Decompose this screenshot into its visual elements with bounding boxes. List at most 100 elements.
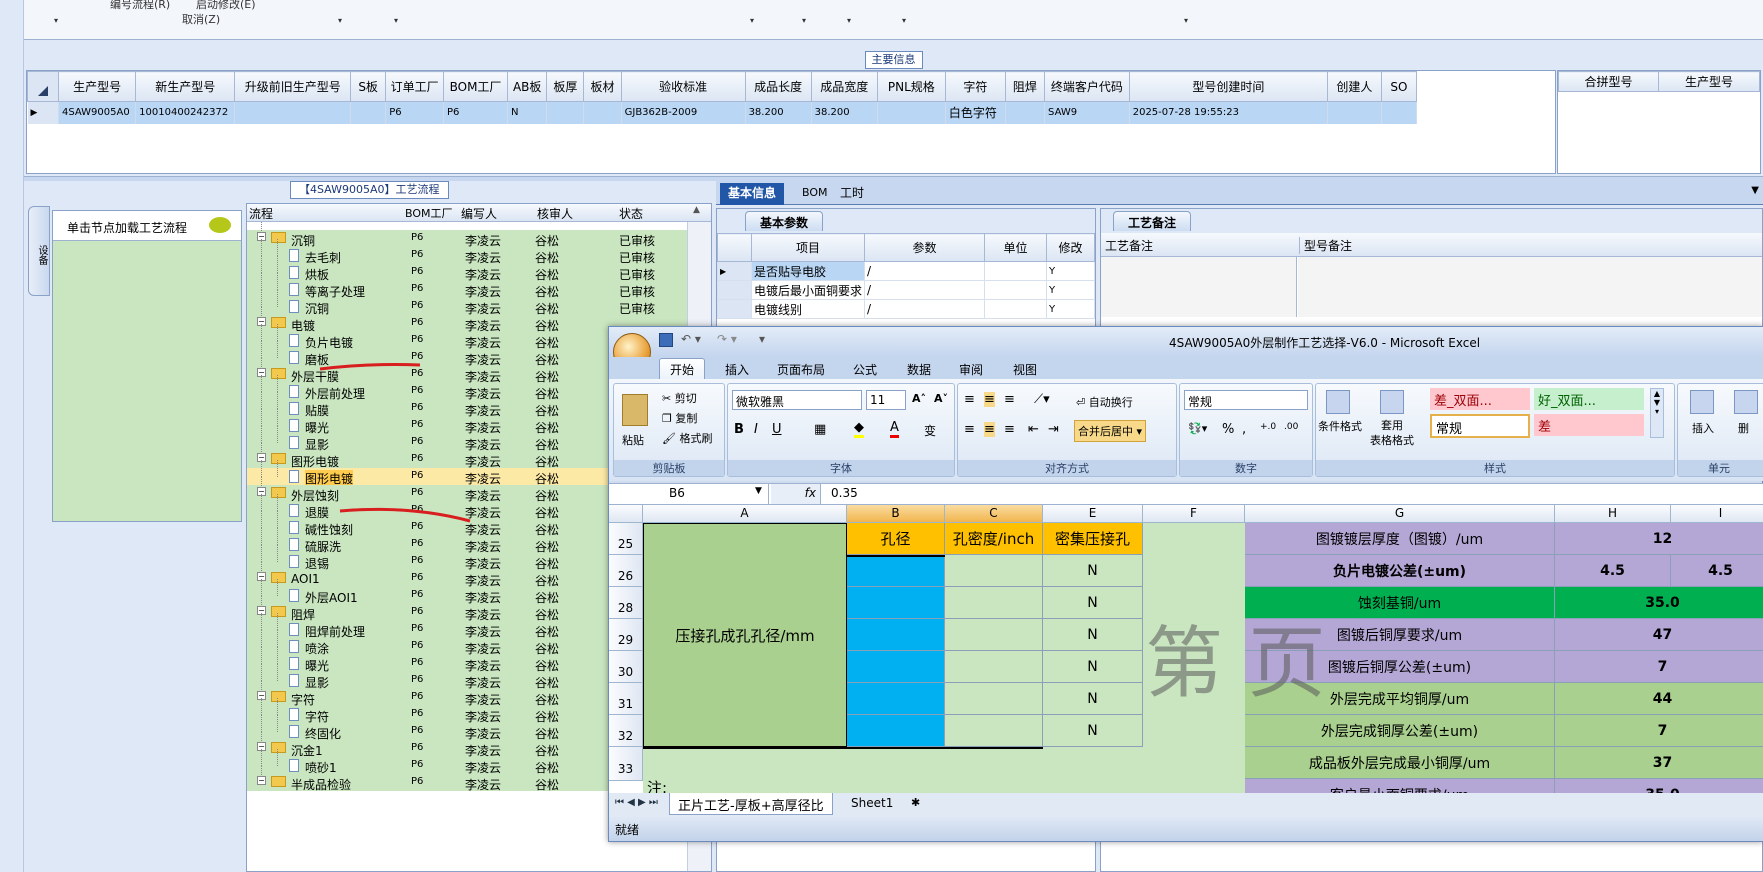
table-row[interactable]: 电镀后最小面铜要求 / Y (717, 280, 1095, 300)
ribbon-tab-insert[interactable]: 插入 (725, 361, 749, 378)
undo-icon[interactable]: ↶ ▾ (681, 332, 701, 346)
ribbon-tab-formula[interactable]: 公式 (853, 361, 877, 378)
cut-button[interactable]: ✂ 剪切 (662, 390, 697, 406)
align-right-icon[interactable]: ≡ (1004, 422, 1015, 437)
cell-length[interactable]: 38.200 (745, 101, 812, 124)
cell-item[interactable]: 电镀线别 (750, 299, 866, 319)
col-header[interactable]: 新生产型号 (135, 71, 236, 102)
col-header[interactable]: 板厚 (546, 71, 585, 102)
merge-center-button[interactable]: 合并后居中 ▾ (1074, 420, 1147, 442)
border-icon[interactable]: ▦ (814, 422, 826, 437)
merged-cell-a[interactable]: 压接孔成孔孔径/mm (643, 523, 847, 747)
cell-mask[interactable] (1005, 101, 1046, 124)
col-header[interactable]: 字符 (944, 71, 1006, 102)
cell-item[interactable]: 是否贴导电胶 (750, 261, 866, 281)
currency-icon[interactable]: 💱▾ (1188, 422, 1207, 435)
tree-row[interactable]: 烘板 P6 李凌云 谷松 已审核 (247, 256, 711, 282)
copy-button[interactable]: ❐ 复制 (662, 410, 697, 426)
cell-b[interactable] (847, 651, 945, 683)
cell-b[interactable] (847, 619, 945, 651)
cell-g[interactable]: 图镀镀层厚度（图镀）/um (1245, 523, 1555, 555)
row-header[interactable]: 30 (609, 651, 643, 683)
style-good-double[interactable]: 好_双面... (1534, 388, 1644, 410)
col-header[interactable]: 成品宽度 (810, 71, 878, 102)
paste-button[interactable]: 粘贴 (622, 432, 644, 448)
align-middle-icon[interactable]: ≡ (984, 392, 995, 407)
cell-customer[interactable]: SAW9 (1044, 101, 1130, 124)
col-header[interactable]: 生产型号 (57, 71, 137, 102)
font-color-icon[interactable]: A (890, 420, 899, 438)
cell-header-c[interactable]: 孔密度/inch (945, 523, 1043, 555)
row-header[interactable]: 31 (609, 683, 643, 715)
cell-thickness[interactable] (546, 101, 585, 124)
increase-decimal-icon[interactable]: +.0 (1260, 422, 1276, 432)
col-header[interactable]: 板材 (583, 71, 622, 102)
tab-basic-info[interactable]: 基本信息 (720, 183, 785, 205)
tab-remark[interactable]: 工艺备注 (1113, 211, 1192, 231)
percent-icon[interactable]: % (1222, 422, 1234, 437)
italic-icon[interactable]: I (754, 422, 758, 437)
ribbon-tab-view[interactable]: 视图 (1013, 361, 1037, 378)
align-top-icon[interactable]: ≡ (964, 392, 975, 407)
qat-customize-icon[interactable]: ▾ (759, 332, 765, 346)
model-remark-input[interactable] (1298, 257, 1762, 317)
col-header[interactable]: 修改 (1046, 233, 1095, 262)
cell-h[interactable]: 7 (1555, 651, 1763, 683)
orientation-icon[interactable]: ⟋▾ (1034, 392, 1050, 407)
row-header[interactable]: 26 (609, 555, 643, 587)
row-header[interactable]: 25 (609, 523, 643, 555)
col-header[interactable]: AB板 (507, 71, 548, 102)
indent-decrease-icon[interactable]: ⇤ (1028, 422, 1039, 437)
style-bad-double[interactable]: 差_双面... (1430, 388, 1530, 410)
toolbar-item-cancel[interactable]: 取消(Z) (182, 11, 220, 27)
table-format-icon[interactable] (1380, 390, 1404, 414)
paste-icon[interactable] (622, 394, 648, 426)
col-header[interactable]: S板 (350, 71, 387, 102)
col-header[interactable]: 型号备注 (1299, 237, 1352, 254)
col-header-c[interactable]: C (945, 505, 1043, 523)
col-header[interactable]: BOM工厂 (443, 71, 509, 102)
new-sheet-icon[interactable]: ✱ (911, 796, 920, 809)
cell-bom-factory[interactable]: P6 (443, 101, 509, 124)
note-cell[interactable]: 注: (647, 777, 667, 793)
cell-pnl[interactable] (877, 101, 946, 124)
scroll-up-icon[interactable]: ▲ (693, 205, 700, 215)
row-header[interactable]: 29 (609, 619, 643, 651)
cell-h[interactable]: 47 (1555, 619, 1763, 651)
tab-basic-params[interactable]: 基本参数 (745, 211, 824, 231)
delete-cells-icon[interactable] (1734, 390, 1758, 414)
style-normal[interactable]: 常规 (1430, 414, 1530, 438)
col-header-b[interactable]: B (847, 505, 945, 523)
insert-cells-button[interactable]: 插入 (1692, 420, 1714, 436)
tab-bom[interactable]: BOM (794, 183, 836, 205)
fx-icon[interactable]: fx (771, 484, 821, 504)
cell-e[interactable]: N (1043, 619, 1143, 651)
cell-g[interactable]: 客户最小面铜要求/um (1245, 779, 1555, 793)
cell-mod[interactable]: Y (1046, 261, 1095, 281)
cell-c[interactable] (945, 651, 1043, 683)
name-box-dropdown-icon[interactable]: ▼ (755, 486, 762, 496)
row-header[interactable]: 28 (609, 587, 643, 619)
col-header[interactable]: PNL规格 (876, 71, 946, 102)
col-header[interactable]: 参数 (864, 233, 986, 262)
cell-h[interactable]: 37 (1555, 747, 1763, 779)
indent-increase-icon[interactable]: ⇥ (1048, 422, 1059, 437)
cell-b[interactable] (847, 715, 945, 747)
col-header[interactable]: 订单工厂 (385, 71, 445, 102)
col-header[interactable]: 升级前旧生产型号 (234, 71, 352, 102)
ribbon-tab-layout[interactable]: 页面布局 (777, 361, 825, 378)
insert-cells-icon[interactable] (1690, 390, 1714, 414)
cell-e[interactable]: N (1043, 715, 1143, 747)
formula-input[interactable]: 0.35 (831, 486, 858, 500)
table-row[interactable]: 电镀线别 / Y (717, 299, 1095, 319)
sheet-nav-icons[interactable]: ⏮ ◀ ▶ ⏭ (615, 797, 658, 808)
decrease-decimal-icon[interactable]: .00 (1284, 422, 1298, 432)
col-header-i[interactable]: I (1671, 505, 1763, 523)
col-header[interactable]: 阻焊 (1004, 71, 1046, 102)
cell-b[interactable] (847, 555, 945, 587)
cell-c[interactable] (945, 587, 1043, 619)
cell-mod[interactable]: Y (1046, 299, 1095, 319)
align-bottom-icon[interactable]: ≡ (1004, 392, 1015, 407)
row-header[interactable]: 33 (609, 747, 643, 781)
cell-s-board[interactable] (350, 101, 387, 124)
